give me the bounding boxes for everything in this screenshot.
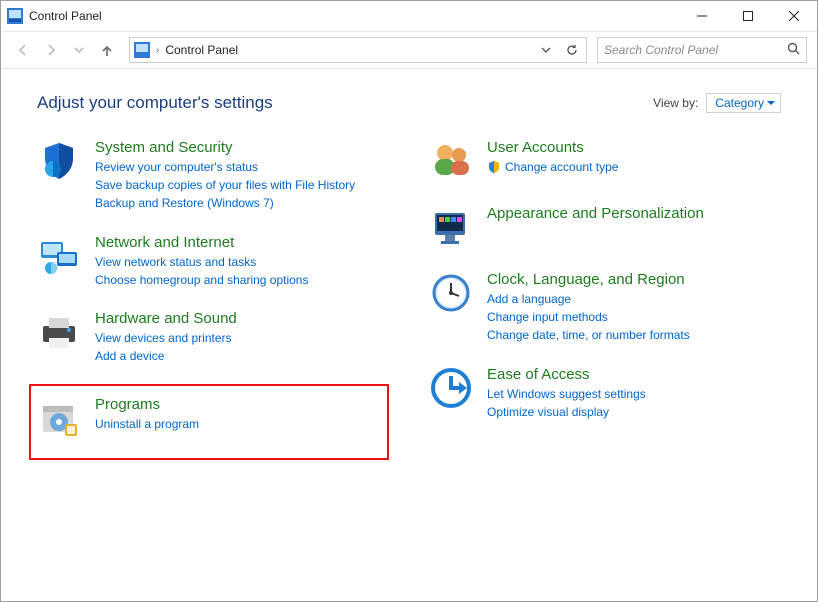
category-link[interactable]: View devices and printers bbox=[95, 330, 237, 346]
search-box[interactable]: Search Control Panel bbox=[597, 37, 807, 63]
category-user-accounts: User Accounts Change account type bbox=[429, 139, 781, 183]
category-hardware-and-sound: Hardware and Sound View devices and prin… bbox=[37, 310, 389, 364]
category-link[interactable]: Backup and Restore (Windows 7) bbox=[95, 195, 355, 211]
category-appearance-and-personalization: Appearance and Personalization bbox=[429, 205, 781, 249]
user-accounts-icon bbox=[429, 139, 473, 183]
toolbar: › Control Panel Search Control Panel bbox=[1, 32, 817, 69]
view-by-dropdown[interactable]: Category bbox=[706, 93, 781, 113]
view-by-control: View by: Category bbox=[653, 93, 781, 113]
shield-icon bbox=[37, 139, 81, 183]
window-title: Control Panel bbox=[29, 9, 102, 23]
category-title[interactable]: Programs bbox=[95, 396, 199, 414]
back-button[interactable] bbox=[11, 38, 35, 62]
appearance-icon bbox=[429, 205, 473, 249]
control-panel-icon bbox=[7, 8, 23, 24]
category-system-and-security: System and Security Review your computer… bbox=[37, 139, 389, 212]
category-ease-of-access: Ease of Access Let Windows suggest setti… bbox=[429, 366, 781, 420]
category-title[interactable]: Clock, Language, and Region bbox=[487, 271, 690, 289]
category-link[interactable]: Change account type bbox=[487, 159, 618, 175]
refresh-button[interactable] bbox=[562, 44, 582, 56]
category-link[interactable]: View network status and tasks bbox=[95, 254, 308, 270]
close-button[interactable] bbox=[771, 1, 817, 31]
category-link[interactable]: Review your computer's status bbox=[95, 159, 355, 175]
category-link[interactable]: Change input methods bbox=[487, 309, 690, 325]
category-title[interactable]: System and Security bbox=[95, 139, 355, 157]
category-link[interactable]: Add a language bbox=[487, 291, 690, 307]
forward-button[interactable] bbox=[39, 38, 63, 62]
category-title[interactable]: Hardware and Sound bbox=[95, 310, 237, 328]
category-programs: Programs Uninstall a program bbox=[37, 396, 297, 440]
search-placeholder: Search Control Panel bbox=[604, 43, 781, 57]
category-title[interactable]: Ease of Access bbox=[487, 366, 646, 384]
category-link[interactable]: Uninstall a program bbox=[95, 416, 199, 432]
up-button[interactable] bbox=[95, 38, 119, 62]
clock-icon bbox=[429, 271, 473, 315]
address-bar[interactable]: › Control Panel bbox=[129, 37, 587, 63]
recent-locations-button[interactable] bbox=[67, 38, 91, 62]
uac-shield-icon bbox=[487, 160, 501, 174]
category-clock-language-region: Clock, Language, and Region Add a langua… bbox=[429, 271, 781, 344]
category-network-and-internet: Network and Internet View network status… bbox=[37, 234, 389, 288]
category-link[interactable]: Change date, time, or number formats bbox=[487, 327, 690, 343]
content-area: Adjust your computer's settings View by:… bbox=[1, 69, 817, 601]
page-heading: Adjust your computer's settings bbox=[37, 93, 273, 113]
highlight-annotation: Programs Uninstall a program bbox=[29, 384, 389, 460]
category-title[interactable]: Appearance and Personalization bbox=[487, 205, 704, 223]
breadcrumb-root[interactable]: Control Panel bbox=[165, 43, 238, 57]
category-link[interactable]: Add a device bbox=[95, 348, 237, 364]
search-icon bbox=[787, 42, 800, 58]
programs-icon bbox=[37, 396, 81, 440]
titlebar: Control Panel bbox=[1, 1, 817, 32]
category-column-right: User Accounts Change account type Appear… bbox=[429, 139, 781, 460]
network-icon bbox=[37, 234, 81, 278]
category-column-left: System and Security Review your computer… bbox=[37, 139, 389, 460]
category-title[interactable]: User Accounts bbox=[487, 139, 618, 157]
breadcrumb-separator-icon: › bbox=[156, 45, 159, 56]
printer-icon bbox=[37, 310, 81, 354]
view-by-label: View by: bbox=[653, 96, 698, 110]
category-title[interactable]: Network and Internet bbox=[95, 234, 308, 252]
category-link[interactable]: Optimize visual display bbox=[487, 404, 646, 420]
location-icon bbox=[134, 42, 150, 58]
category-link[interactable]: Let Windows suggest settings bbox=[487, 386, 646, 402]
category-link[interactable]: Save backup copies of your files with Fi… bbox=[95, 177, 355, 193]
maximize-button[interactable] bbox=[725, 1, 771, 31]
category-link[interactable]: Choose homegroup and sharing options bbox=[95, 272, 308, 288]
ease-of-access-icon bbox=[429, 366, 473, 410]
minimize-button[interactable] bbox=[679, 1, 725, 31]
address-history-button[interactable] bbox=[536, 45, 556, 55]
